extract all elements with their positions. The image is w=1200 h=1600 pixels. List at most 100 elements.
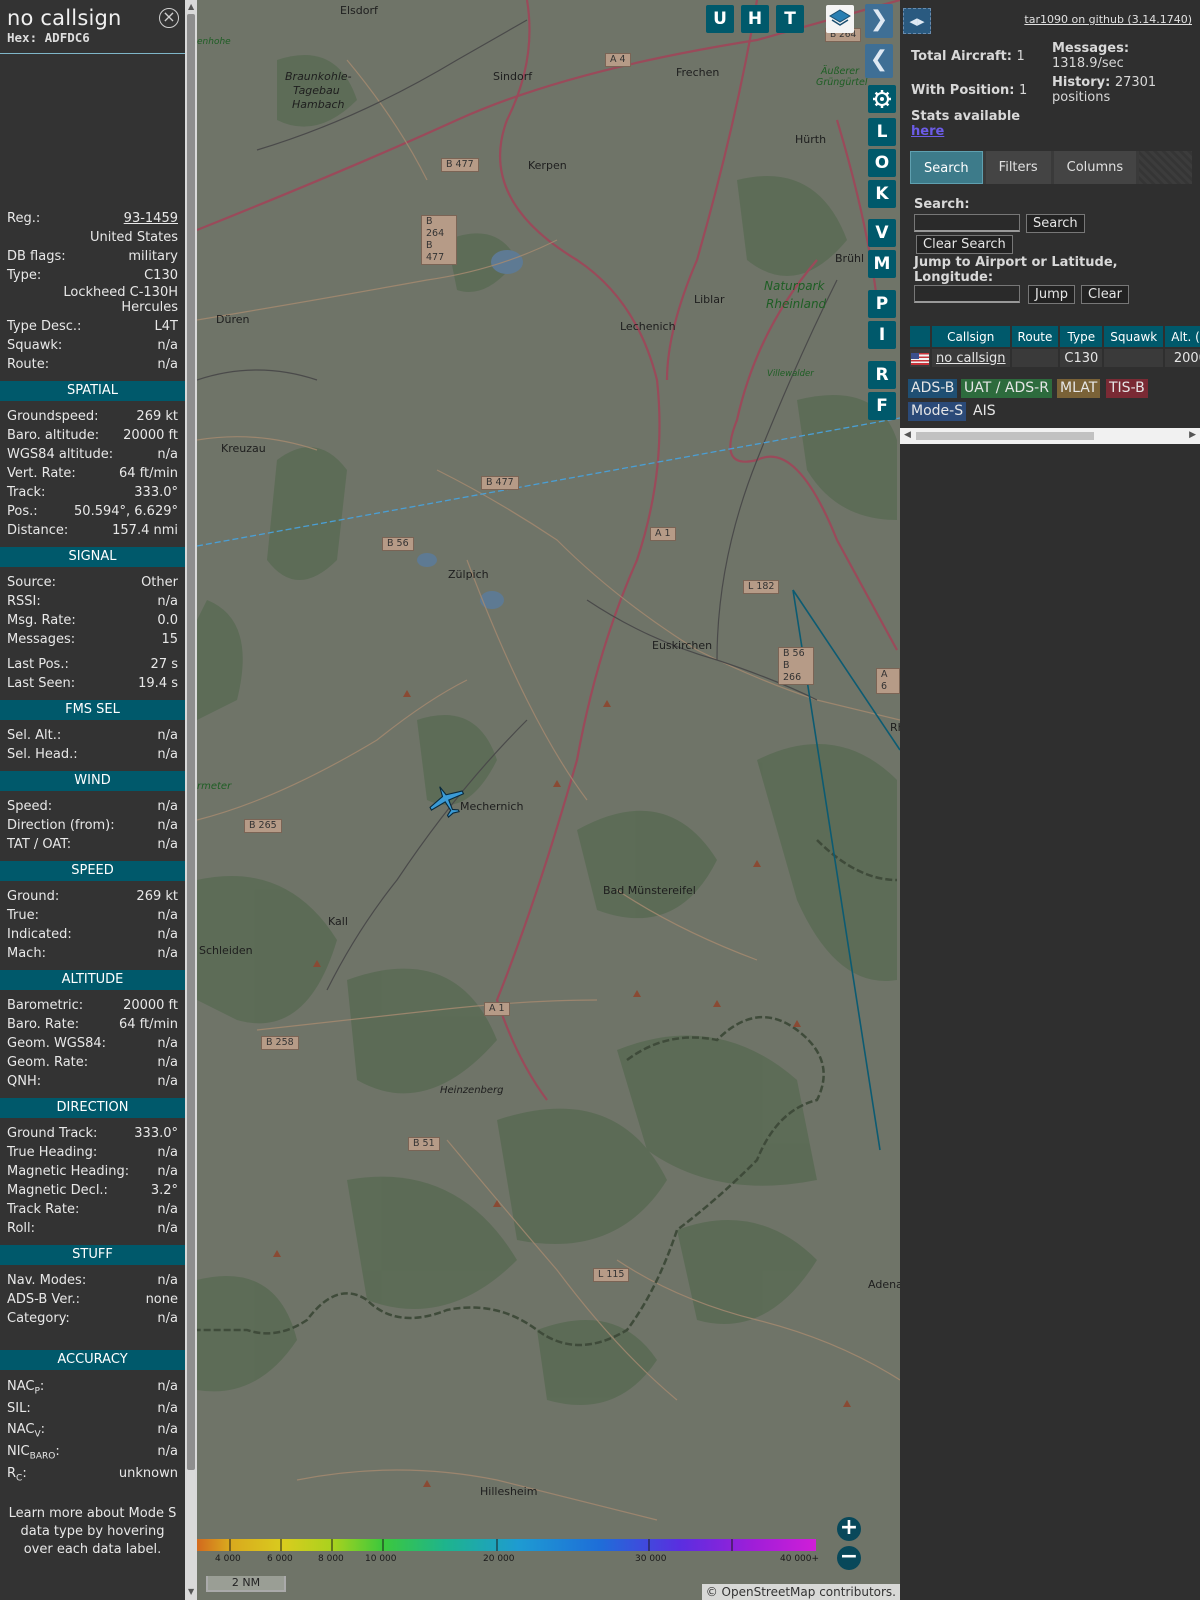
openstreetmap-link[interactable]: OpenStreetMap (722, 1585, 816, 1599)
map-button-t[interactable]: T (776, 5, 804, 33)
expand-right-button[interactable]: ❯ (865, 4, 893, 38)
clear-button[interactable]: Clear (1081, 285, 1129, 304)
layers-button[interactable] (826, 5, 854, 33)
info-row: Track Rate: n/a (0, 1200, 185, 1219)
park-label: Villewalder (767, 369, 814, 379)
map-button-k[interactable]: K (868, 180, 896, 208)
source-badge-ais: AIS (973, 403, 996, 419)
sil-row: SIL: n/a (0, 1398, 185, 1419)
place-label: Hillesheim (480, 1485, 538, 1498)
history-label: History: (1052, 75, 1111, 90)
search-button[interactable]: Search (1026, 214, 1085, 233)
road-shield: B 51 (408, 1137, 440, 1151)
jump-input[interactable] (914, 285, 1020, 303)
info-row-value: 20000 ft (123, 998, 178, 1013)
signal-rows: Source: Other RSSI: n/a Msg. Rate: 0.0 Message… (0, 573, 185, 693)
column-header-type[interactable]: Type (1060, 326, 1103, 347)
map-scale-bar: 2 NM (206, 1576, 286, 1592)
park-label: rmeter (197, 781, 232, 792)
reg-link[interactable]: 93-1459 (124, 209, 178, 228)
type-label: Type: (7, 268, 42, 283)
rc-label-sub: C (16, 1473, 23, 1484)
info-row-label: QNH: (7, 1074, 42, 1089)
tab-columns[interactable]: Columns (1053, 151, 1137, 184)
place-label: Rh (890, 721, 900, 734)
map-button-v[interactable]: V (868, 219, 896, 247)
map-button-f[interactable]: F (868, 392, 896, 420)
settings-button[interactable] (868, 85, 896, 113)
info-row-label: Ground: (7, 889, 60, 904)
road-shield: L 115 (593, 1268, 630, 1282)
place-label: Tagebau (293, 84, 340, 97)
map-button-r[interactable]: R (868, 361, 896, 389)
stats-here-link[interactable]: here (911, 124, 944, 139)
scroll-down-icon[interactable]: ▼ (188, 1587, 194, 1596)
tab-filters[interactable]: Filters (985, 151, 1051, 184)
info-row: TAT / OAT: n/a (0, 835, 185, 854)
road-shield: B 477 (481, 476, 519, 490)
close-icon[interactable]: × (159, 8, 179, 28)
info-row-value: n/a (157, 1055, 178, 1070)
column-header-altitude[interactable]: Alt. (ft) (1165, 326, 1200, 347)
place-label: Euskirchen (652, 639, 713, 652)
type-name-1: Lockheed C-130H (63, 285, 178, 300)
history-stat: History: 27301 positions (1052, 75, 1197, 105)
map-button-h[interactable]: H (741, 5, 769, 33)
table-row[interactable]: no callsign C130 20000 (910, 349, 1200, 367)
search-input[interactable] (914, 214, 1020, 232)
place-label: Braunkohle- (285, 70, 352, 83)
map-button-i[interactable]: I (868, 321, 896, 349)
horizontal-scroll-thumb[interactable] (916, 432, 1094, 440)
nic-label-main: NIC (7, 1444, 30, 1459)
toggle-sidebar-button[interactable]: ◂▸ (903, 8, 931, 34)
place-label: Lechenich (620, 320, 676, 333)
column-header-route[interactable]: Route (1011, 326, 1059, 347)
scroll-right-icon[interactable]: ▶ (1189, 430, 1196, 440)
messages-stat: Messages: 1318.9/sec (1052, 41, 1197, 71)
dbflags-label: DB flags: (7, 249, 66, 264)
info-row-value: n/a (157, 946, 178, 961)
altitude-scale-label: 20 000 (483, 1554, 515, 1564)
jump-button[interactable]: Jump (1028, 285, 1075, 304)
map-view[interactable]: Elsdorf Sindorf Frechen Hürth Kerpen Bra… (197, 0, 900, 1600)
github-link[interactable]: tar1090 on github (3.14.1740) (1024, 13, 1192, 26)
zoom-out-button[interactable]: − (837, 1546, 861, 1570)
scrollbar-thumb[interactable] (187, 14, 195, 1470)
table-horizontal-scrollbar[interactable]: ◀ ▶ (900, 428, 1200, 444)
tab-search[interactable]: Search (910, 151, 983, 184)
place-label: Liblar (694, 293, 725, 306)
info-row-value: n/a (157, 728, 178, 743)
reg-label: Reg.: (7, 211, 41, 226)
column-header-flag[interactable] (910, 326, 930, 347)
sil-label: SIL: (7, 1401, 31, 1416)
clear-search-button[interactable]: Clear Search (916, 235, 1013, 254)
scroll-up-icon[interactable]: ▲ (188, 2, 194, 11)
rc-label-main: R (7, 1466, 17, 1481)
speed-rows: Ground: 269 kt True: n/a Indicated: n/a Mach: n… (0, 887, 185, 963)
zoom-in-button[interactable]: + (837, 1517, 861, 1541)
info-row-value: Other (141, 575, 178, 590)
column-header-squawk[interactable]: Squawk (1104, 326, 1164, 347)
scroll-left-icon[interactable]: ◀ (904, 430, 911, 440)
map-button-u[interactable]: U (706, 5, 734, 33)
info-row-value: n/a (157, 1074, 178, 1089)
section-header-direction: DIRECTION (0, 1098, 185, 1118)
map-button-m[interactable]: M (868, 250, 896, 278)
info-panel-scrollbar[interactable]: ▲ ▼ (185, 0, 197, 1600)
collapse-left-button[interactable]: ❮ (865, 44, 893, 78)
section-header-stuff: STUFF (0, 1245, 185, 1265)
aircraft-plane-icon[interactable] (425, 783, 469, 819)
info-row-value: 333.0° (134, 485, 178, 500)
callsign-cell[interactable]: no callsign (932, 349, 1010, 367)
map-button-l[interactable]: L (868, 118, 896, 146)
map-button-o[interactable]: O (868, 149, 896, 177)
road-shield: A 1 (484, 1002, 510, 1016)
info-row-label: Vert. Rate: (7, 466, 76, 481)
road-shield: A 1 (650, 527, 676, 541)
nacp-value: n/a (157, 1379, 178, 1394)
column-header-callsign[interactable]: Callsign (932, 326, 1010, 347)
nacv-row: NACV: n/a (0, 1419, 185, 1441)
map-button-p[interactable]: P (868, 290, 896, 318)
info-row-label: Category: (7, 1311, 70, 1326)
info-row: Messages: 15 (0, 630, 185, 649)
